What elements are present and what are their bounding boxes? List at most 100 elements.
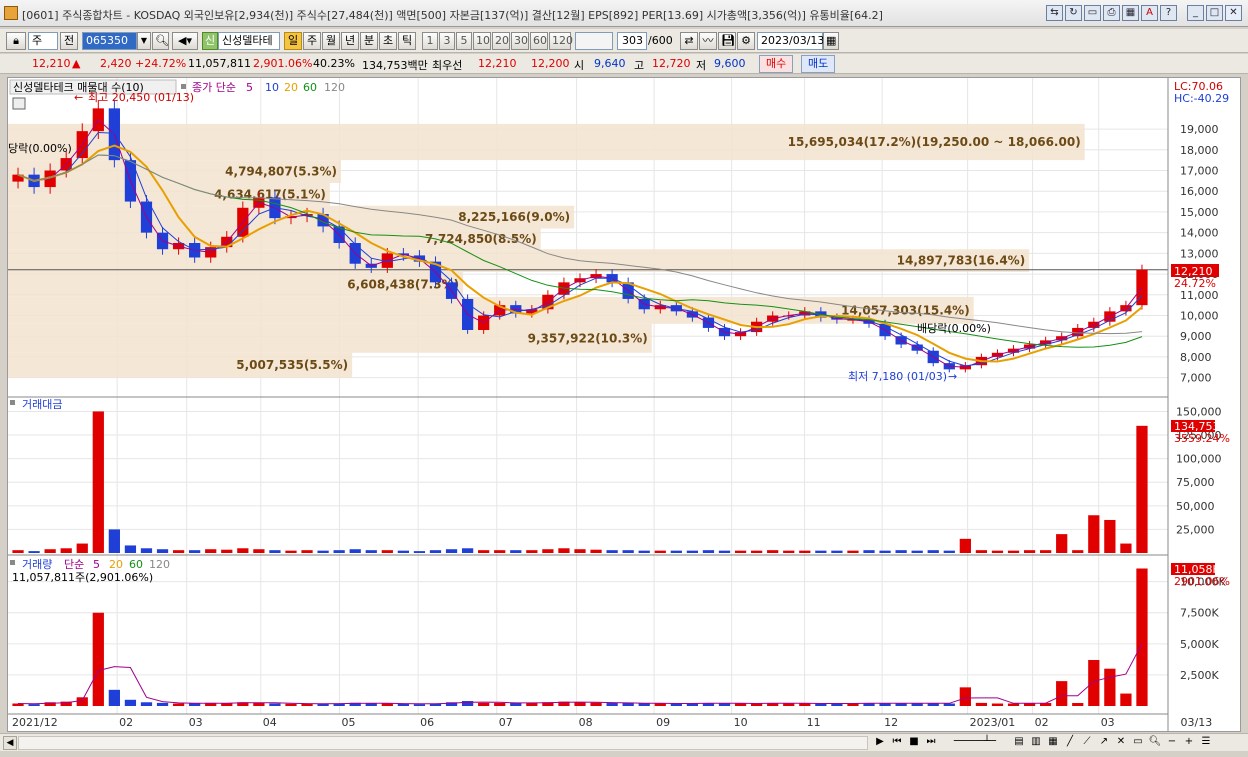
- print-icon[interactable]: ⎙: [1103, 5, 1120, 21]
- interval-120[interactable]: 120: [549, 32, 573, 50]
- drop-note-right: 배당락(0.00%): [917, 322, 991, 335]
- search-icon[interactable]: 🔍︎: [152, 32, 169, 50]
- gear-icon[interactable]: ⚙: [737, 32, 755, 50]
- interval-5[interactable]: 5: [456, 32, 472, 50]
- lock-icon[interactable]: 🔒︎: [6, 32, 26, 50]
- price-tick-label: 11,000: [1180, 289, 1219, 302]
- draw-trend-icon[interactable]: ⟋: [1079, 735, 1095, 750]
- menu-icon[interactable]: ☰: [1198, 735, 1214, 750]
- layout-icon-2[interactable]: ▥: [1028, 735, 1044, 750]
- code-dropdown-icon[interactable]: ▼: [137, 32, 151, 50]
- buy-button[interactable]: 매수: [759, 55, 794, 73]
- interval-10[interactable]: 10: [473, 32, 491, 50]
- draw-cross-icon[interactable]: ✕: [1113, 735, 1129, 750]
- amount-bar: [622, 550, 634, 553]
- interval-60[interactable]: 60: [530, 32, 548, 50]
- scroll-track[interactable]: [18, 736, 868, 750]
- chart-settings-icon[interactable]: ▦: [1122, 5, 1139, 21]
- chart-scrollbar[interactable]: ◀ ▶ ⏮ ■ ⏭ ─────┴─ ▤ ▥ ▦ ╱ ⟋ ↗ ✕ ▭ 🔍︎ − +…: [0, 733, 1248, 751]
- scroll-left-icon[interactable]: ◀: [3, 736, 17, 750]
- draw-line-icon[interactable]: ╱: [1062, 735, 1078, 750]
- amount-bar: [574, 549, 586, 553]
- tab-week[interactable]: 주: [303, 32, 321, 50]
- x-tick-label: 2023/01: [970, 716, 1016, 729]
- tab-day[interactable]: 일: [284, 32, 302, 50]
- interval-3[interactable]: 3: [439, 32, 455, 50]
- amount-bar: [686, 550, 699, 553]
- amount-bar: [1088, 515, 1100, 553]
- layout-icon-3[interactable]: ▦: [1045, 735, 1061, 750]
- amount-bar: [285, 550, 297, 553]
- sell-button[interactable]: 매도: [801, 55, 836, 73]
- new-badge[interactable]: 신: [202, 32, 218, 50]
- help-icon[interactable]: ?: [1160, 5, 1177, 21]
- stock-chart[interactable]: 5,007,535(5.5%) 9,357,922(10.3%) 14,057,30…: [8, 78, 1240, 731]
- amount-tick-label: 50,000: [1176, 500, 1215, 513]
- stop-icon[interactable]: ■: [906, 735, 922, 750]
- volume-bar: [172, 703, 185, 706]
- minimize-button[interactable]: _: [1187, 5, 1204, 21]
- interval-input[interactable]: [575, 32, 613, 50]
- amount-bar: [975, 550, 988, 553]
- interval-20[interactable]: 20: [492, 32, 510, 50]
- date-input[interactable]: 2023/03/13: [757, 32, 824, 50]
- period-tabs: 일 주 월 년 분 초 틱: [284, 32, 416, 50]
- zoom-slider[interactable]: ─────┴─: [940, 735, 1010, 750]
- volume-bar: [317, 703, 329, 706]
- tab-tick[interactable]: 틱: [398, 32, 416, 50]
- chart-type-icon[interactable]: 〰: [699, 32, 717, 50]
- high-arrow-icon: ←: [74, 91, 83, 104]
- amount-tick-label: 75,000: [1176, 476, 1215, 489]
- tab-minute[interactable]: 분: [360, 32, 378, 50]
- rewind-icon[interactable]: ⏮: [889, 735, 905, 750]
- calendar-icon[interactable]: ▦: [823, 32, 839, 50]
- refresh-icon[interactable]: ↻: [1065, 5, 1082, 21]
- y-axis-labels: 19,000 18,000 17,000 16,000 15,000 14,000 13,0…: [1176, 123, 1226, 682]
- zoom-icon[interactable]: 🔍︎: [1147, 735, 1163, 750]
- low-arrow-icon: →: [948, 370, 957, 383]
- stock-code-input[interactable]: 065350: [82, 32, 137, 50]
- play-icon[interactable]: ▶: [872, 735, 888, 750]
- count-input[interactable]: 303: [617, 32, 647, 50]
- volume-bar: [799, 703, 811, 706]
- draw-ray-icon[interactable]: ↗: [1096, 735, 1112, 750]
- tab-month[interactable]: 월: [322, 32, 340, 50]
- speaker-icon[interactable]: ◀▾: [172, 32, 198, 50]
- plus-icon[interactable]: +: [1181, 735, 1197, 750]
- link-icon[interactable]: ⇆: [1046, 5, 1063, 21]
- window-icon[interactable]: ▭: [1084, 5, 1101, 21]
- volume-bar: [606, 703, 618, 706]
- volume-bar: [140, 702, 153, 706]
- fast-forward-icon[interactable]: ⏭: [923, 735, 939, 750]
- volume-bar: [365, 703, 377, 706]
- amount-bar: [365, 550, 377, 553]
- minus-icon[interactable]: −: [1164, 735, 1180, 750]
- tab-year[interactable]: 년: [341, 32, 359, 50]
- open-label: 시: [574, 59, 585, 72]
- font-icon[interactable]: A: [1141, 5, 1158, 21]
- chart-toolbar: 🔒︎ 주 전 065350 ▼ 🔍︎ ◀▾ 신 신성델타테 일 주 월 년 분 …: [0, 29, 1248, 53]
- volume-bar: [638, 703, 650, 706]
- maximize-button[interactable]: □: [1206, 5, 1223, 21]
- amount-bar: [317, 550, 329, 553]
- interval-30[interactable]: 30: [511, 32, 529, 50]
- volume-bar: [911, 703, 923, 706]
- chart-area[interactable]: 5,007,535(5.5%) 9,357,922(10.3%) 14,057,30…: [7, 77, 1241, 732]
- amount-bar: [638, 550, 650, 553]
- interval-1[interactable]: 1: [422, 32, 438, 50]
- volume-bar: [108, 689, 120, 706]
- amount-panel-title: 거래대금: [22, 398, 62, 411]
- type-select[interactable]: 주: [28, 32, 58, 50]
- close-button[interactable]: ✕: [1225, 5, 1242, 21]
- layout-icon-1[interactable]: ▤: [1011, 735, 1027, 750]
- amount-bar: [221, 549, 233, 553]
- compare-icon[interactable]: ⇄: [680, 32, 698, 50]
- app-icon: [4, 6, 18, 20]
- amount-bar: [494, 550, 506, 553]
- prev-button[interactable]: 전: [60, 32, 78, 50]
- save-icon[interactable]: 💾︎: [718, 32, 736, 50]
- draw-rect-icon[interactable]: ▭: [1130, 735, 1146, 750]
- volume-bar: [1120, 693, 1132, 706]
- trade-amount: 134,753백만: [362, 59, 428, 72]
- tab-second[interactable]: 초: [379, 32, 397, 50]
